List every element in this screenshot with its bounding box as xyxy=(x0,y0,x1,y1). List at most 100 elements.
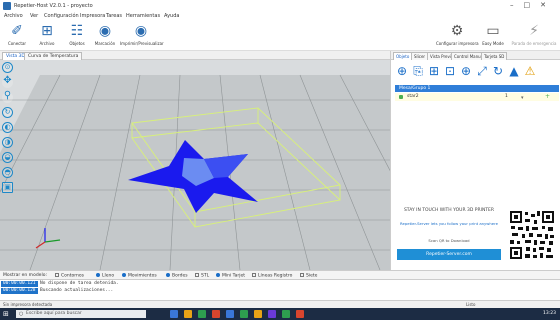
taskbar-app-icon[interactable] xyxy=(268,310,276,318)
close-button[interactable]: ✕ xyxy=(540,1,556,9)
easy-mode-label: Easy Mode xyxy=(482,41,504,46)
menu-herramientas[interactable]: Herramientas xyxy=(126,13,160,19)
object-count[interactable]: 1 xyxy=(505,93,508,101)
log-timestamp: 00:00:00.121 xyxy=(1,281,38,287)
legend-moves-label: Movimientos xyxy=(128,273,157,279)
emergency-stop-button[interactable]: ⚡ Parada de emergencia xyxy=(510,24,558,50)
legend-fill-label: Lleno xyxy=(102,273,115,279)
taskbar-app-icon[interactable] xyxy=(212,310,220,318)
taskbar-app-icon[interactable] xyxy=(226,310,234,318)
taskbar-app-icon[interactable] xyxy=(198,310,206,318)
load-button[interactable]: ⊞ Archivo xyxy=(32,24,62,50)
windows-start-icon[interactable]: ⊞ xyxy=(3,310,11,318)
printer-settings-button[interactable]: ⚙ Configurar impresora xyxy=(436,24,479,50)
tab-temperature-curve[interactable]: Curva de Temperatura xyxy=(24,52,83,60)
legend-stl[interactable]: STL xyxy=(195,273,209,279)
rotate-object-icon[interactable]: ↻ xyxy=(491,64,505,78)
document-tabs: Vista 3D Curva de Temperatura xyxy=(0,51,390,60)
tab-sd-card[interactable]: Tarjeta SD xyxy=(481,52,508,60)
preview-eye-icon: ◉ xyxy=(134,23,148,39)
promo-panel: STAY IN TOUCH WITH YOUR 3D PRINTER Repet… xyxy=(391,206,560,270)
warning-icon[interactable]: ⚠ xyxy=(523,64,537,78)
object-sheet-header[interactable]: Mesa/Grupo 1 xyxy=(395,85,559,92)
taskbar-app-icon[interactable] xyxy=(170,310,178,318)
legend-edges[interactable]: Bordes xyxy=(166,273,188,279)
legend-contours[interactable]: Contornos xyxy=(55,273,84,279)
menu-archivo[interactable]: Archivo xyxy=(4,13,23,19)
taskbar-app-icon[interactable] xyxy=(282,310,290,318)
target-icon[interactable]: ⊙ xyxy=(2,62,13,73)
visibility-checkbox[interactable] xyxy=(399,95,403,99)
taskbar-search-input[interactable]: Escribe aquí para buscar xyxy=(16,310,146,318)
legend-seven-label: Siete xyxy=(306,273,318,279)
side-view-icon[interactable]: ◒ xyxy=(2,152,13,163)
tab-object[interactable]: Objeto xyxy=(393,52,413,60)
load-file-icon: ⊞ xyxy=(41,23,53,39)
rotate-icon[interactable]: ↻ xyxy=(2,107,13,118)
legend-fill[interactable]: Lleno xyxy=(96,273,114,279)
display-legend-bar: Mostrar en modelo: Contornos Lleno Movim… xyxy=(0,270,560,280)
window-controls: –□✕ xyxy=(510,1,556,9)
load-label: Archivo xyxy=(39,41,55,46)
radio-dot-icon xyxy=(96,273,100,277)
checkbox-icon xyxy=(252,273,256,277)
menu-ayuda[interactable]: Ayuda xyxy=(164,13,179,19)
printer-settings-label: Configurar impresora xyxy=(436,41,479,46)
mirror-icon[interactable]: ▲ xyxy=(507,64,521,78)
taskbar-app-icon[interactable] xyxy=(254,310,262,318)
tab-slicer[interactable]: Slicer xyxy=(411,52,429,60)
minimize-button[interactable]: – xyxy=(510,1,524,9)
preview-button[interactable]: ◉ Imprimir/Previsualizar xyxy=(120,23,164,50)
system-tray-clock[interactable]: 13:23 xyxy=(543,310,556,318)
menu-ver[interactable]: Ver xyxy=(30,13,38,19)
promo-headline: STAY IN TOUCH WITH YOUR 3D PRINTER xyxy=(403,208,495,213)
easy-mode-button[interactable]: ▭ Easy Mode xyxy=(478,24,508,50)
3d-scene xyxy=(0,60,390,270)
center-icon[interactable]: ⊕ xyxy=(459,64,473,78)
legend-moves[interactable]: Movimientos xyxy=(122,273,157,279)
radio-dot-icon xyxy=(122,273,126,277)
scale-icon[interactable]: ⤢ xyxy=(475,64,489,78)
log-panel[interactable]: 00:00:00.121 No dispone de tarea detenid… xyxy=(0,280,560,300)
status-state: Listo xyxy=(466,302,476,307)
marking-button[interactable]: ◉ Marcación xyxy=(90,24,120,50)
objects-button[interactable]: ☷ Objetos xyxy=(62,24,92,50)
chevron-down-icon[interactable]: ▾ xyxy=(521,94,524,102)
zoom-icon[interactable]: ⚲ xyxy=(2,91,13,103)
taskbar-app-icon[interactable] xyxy=(296,310,304,318)
maximize-button[interactable]: □ xyxy=(524,1,541,9)
top-view-icon[interactable]: ◑ xyxy=(2,137,13,148)
legend-seven[interactable]: Siete xyxy=(300,273,317,279)
connect-button[interactable]: ✐ Conectar xyxy=(2,24,32,50)
menu-configuracion[interactable]: Configuración xyxy=(44,13,79,19)
objects-label: Objetos xyxy=(69,41,85,46)
eye-icon: ◉ xyxy=(98,23,112,39)
copy-icon[interactable]: ⎘ xyxy=(411,64,425,78)
emergency-stop-icon: ⚡ xyxy=(529,23,539,39)
add-object-icon[interactable]: ⊕ xyxy=(395,64,409,78)
promo-cta-button[interactable]: Repetier-Server.com xyxy=(397,249,501,260)
log-row: 00:00:00.128 Buscando actualizaciones... xyxy=(0,288,560,294)
menu-impresora[interactable]: Impresora xyxy=(80,13,105,19)
object-row[interactable]: star2 1 ▾ + xyxy=(395,93,559,101)
legend-log-lines-label: Líneas Registro xyxy=(258,273,293,279)
move-icon[interactable]: ✥ xyxy=(2,76,13,88)
qr-code xyxy=(509,210,555,260)
front-view-icon[interactable]: ◐ xyxy=(2,122,13,133)
cube-icon[interactable]: ▣ xyxy=(2,182,13,193)
legend-mini[interactable]: Mini Tarjet xyxy=(216,273,245,279)
taskbar-app-icon[interactable] xyxy=(240,310,248,318)
menu-tareas[interactable]: Tareas xyxy=(106,13,122,19)
3d-viewport[interactable]: ⊙ ✥ ⚲ ↻ ◐ ◑ ◒ ◓ ▣ xyxy=(0,60,390,270)
search-icon: ○ xyxy=(19,311,24,317)
taskbar-app-icon[interactable] xyxy=(184,310,192,318)
autoplace-icon[interactable]: ⊞ xyxy=(427,64,441,78)
iso-view-icon[interactable]: ◓ xyxy=(2,167,13,178)
windows-taskbar: ⊞ Escribe aquí para buscar ○ 13:23 xyxy=(0,308,560,320)
legend-log-lines[interactable]: Líneas Registro xyxy=(252,273,292,279)
grid-icon[interactable]: ⊡ xyxy=(443,64,457,78)
radio-dot-icon xyxy=(216,273,220,277)
title-bar: Repetier-Host V2.0.1 - proyecto –□✕ xyxy=(0,0,560,12)
checkbox-icon xyxy=(55,273,59,277)
add-copy-icon[interactable]: + xyxy=(545,93,550,101)
